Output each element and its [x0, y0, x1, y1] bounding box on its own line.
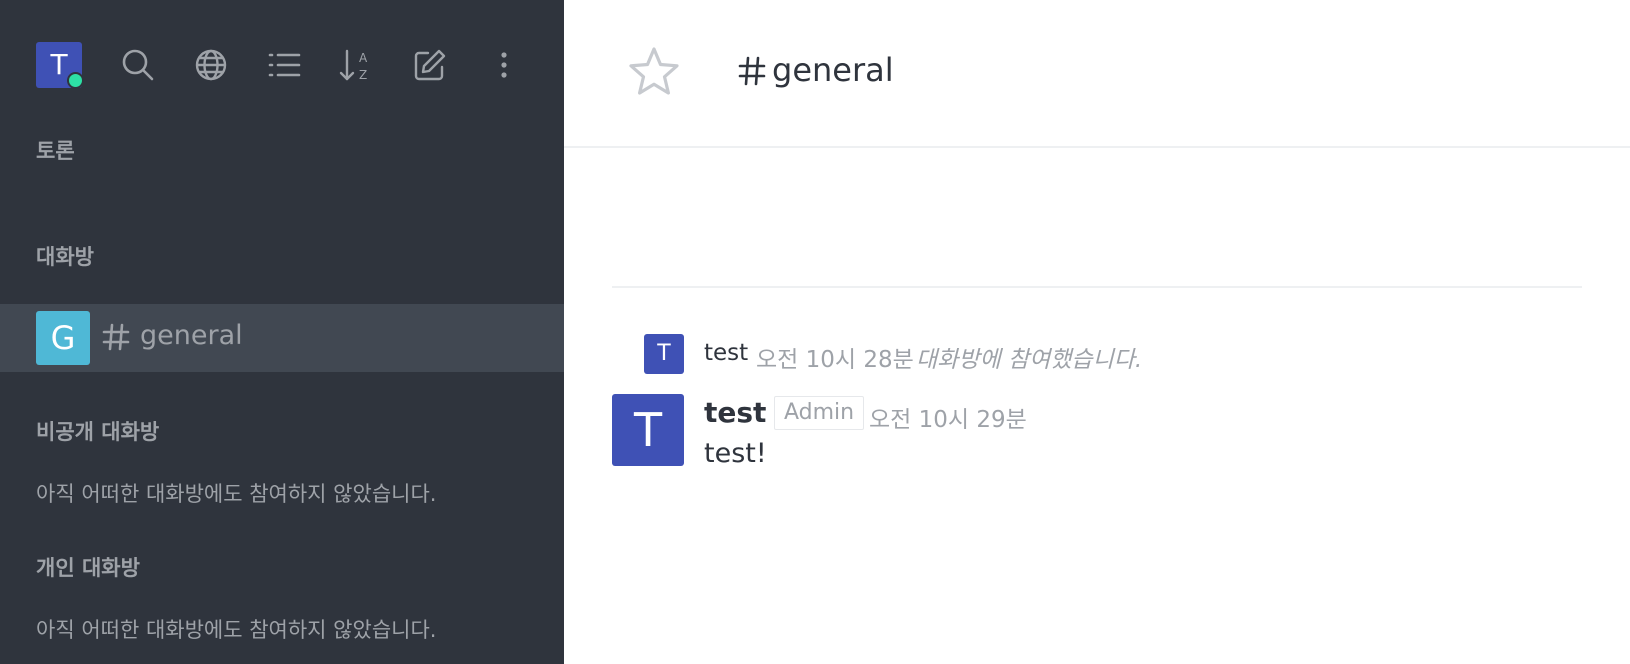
room-header: general: [564, 0, 1630, 148]
chat-message: T test Admin 오전 10시 29분 test!: [564, 394, 1630, 474]
avatar[interactable]: T: [612, 394, 684, 466]
user-avatar-initial: T: [50, 48, 68, 81]
directory-globe-icon: [195, 49, 227, 81]
create-new-edit-icon: [414, 49, 446, 81]
avatar[interactable]: T: [644, 334, 684, 374]
search-icon: [122, 49, 154, 81]
room-title[interactable]: general: [772, 51, 894, 89]
room-avatar: G: [36, 311, 90, 365]
more-menu-button[interactable]: [482, 43, 526, 87]
section-channels[interactable]: 대화방: [36, 241, 94, 271]
sidebar-item-label: general: [140, 320, 243, 351]
system-message-text: 대화방에 참여했습니다.: [916, 347, 1143, 373]
empty-direct-note: 아직 어떠한 대화방에도 참여하지 않았습니다.: [36, 618, 437, 642]
section-direct[interactable]: 개인 대화방: [36, 552, 140, 582]
more-menu-icon: [501, 52, 507, 78]
system-message: T test 오전 10시 28분 대화방에 참여했습니다.: [564, 334, 1630, 374]
room-avatar-initial: G: [50, 319, 76, 357]
sidebar-item-general[interactable]: G general: [0, 304, 564, 372]
section-private[interactable]: 비공개 대화방: [36, 416, 159, 446]
display-options-button[interactable]: [262, 43, 306, 87]
empty-private-note: 아직 어떠한 대화방에도 참여하지 않았습니다.: [36, 482, 437, 506]
sort-button[interactable]: A Z: [334, 43, 378, 87]
message-username[interactable]: test: [704, 396, 766, 429]
message-timestamp: 오전 10시 29분: [869, 407, 1027, 433]
hash-icon: [102, 323, 130, 351]
sidebar: T A Z 토론 대화방 G general 비공개 대화방 아직 어떠한 대화…: [0, 0, 564, 664]
sort-az-icon: A Z: [339, 49, 368, 82]
role-badge: Admin: [774, 396, 865, 430]
hash-icon: [738, 56, 766, 86]
message-divider: [612, 286, 1582, 288]
sidebar-toolbar: T A Z: [0, 0, 564, 130]
search-button[interactable]: [116, 43, 160, 87]
message-timestamp: 오전 10시 28분: [756, 347, 914, 373]
directory-button[interactable]: [189, 43, 233, 87]
create-new-button[interactable]: [408, 43, 452, 87]
avatar-initial: T: [657, 341, 671, 366]
star-icon[interactable]: [626, 44, 682, 100]
online-status-indicator: [67, 72, 84, 89]
message-username[interactable]: test: [704, 340, 748, 366]
avatar-initial: T: [633, 403, 663, 457]
sort-glyph-bottom: Z: [359, 68, 367, 82]
display-list-icon: [268, 53, 301, 77]
sort-glyph-top: A: [359, 51, 368, 65]
main-panel: general T test 오전 10시 28분 대화방에 참여했습니다. T…: [564, 0, 1630, 664]
section-discussions[interactable]: 토론: [36, 135, 75, 165]
message-body: test!: [704, 438, 767, 469]
